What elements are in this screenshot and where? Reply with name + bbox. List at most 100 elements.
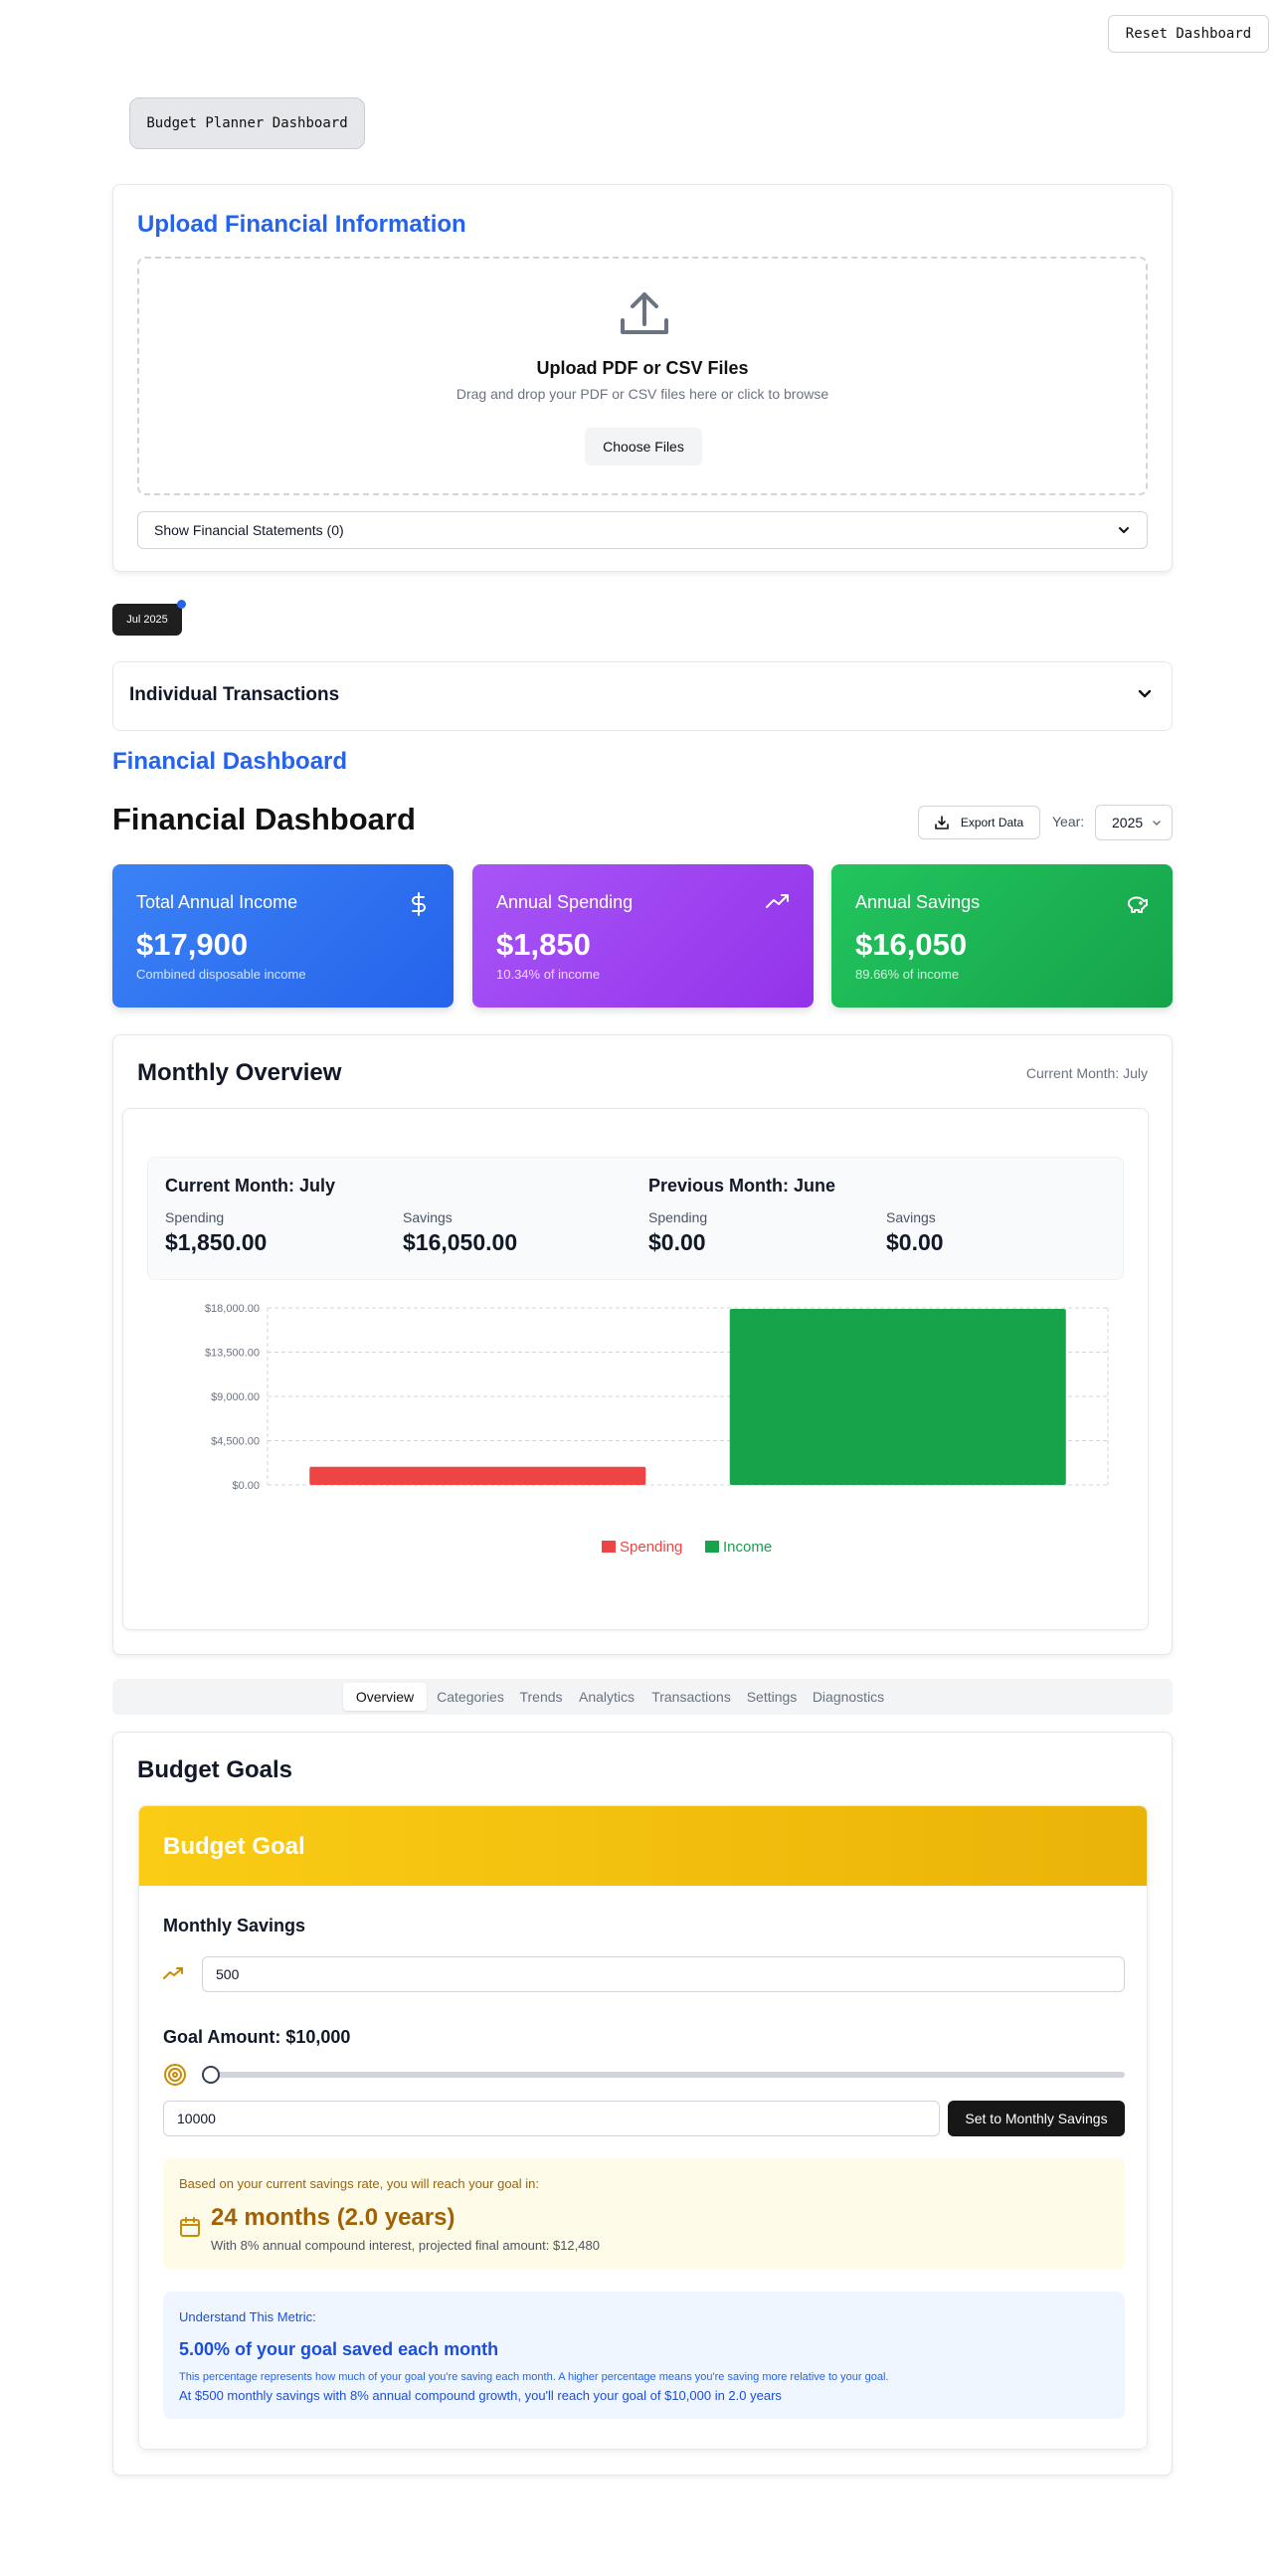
- legend-label: Spending: [620, 1539, 682, 1556]
- year-label: Year:: [1052, 814, 1085, 829]
- goal-amount-slider-thumb[interactable]: [202, 2066, 220, 2084]
- show-statements-label: Show Financial Statements (0): [154, 522, 344, 538]
- monthly-savings-label: Monthly Savings: [163, 1916, 306, 1935]
- budget-goals-card: Budget Goals Budget Goal Monthly Savings…: [112, 1732, 1173, 2476]
- year-select[interactable]: 2025: [1095, 805, 1173, 840]
- metric-heading: Understand This Metric:: [179, 2309, 316, 2324]
- tab-overview[interactable]: Overview: [343, 1683, 427, 1711]
- tab-settings[interactable]: Settings: [741, 1683, 803, 1711]
- stat-subtext: 10.34% of income: [496, 967, 601, 982]
- y-tick-label: $18,000.00: [205, 1303, 260, 1315]
- monthly-savings-input[interactable]: 500: [202, 1956, 1125, 1992]
- stat-value: $1,850: [496, 927, 591, 962]
- stat-card-savings: Annual Savings $16,050 89.66% of income: [831, 864, 1173, 1008]
- monthly-bar-chart: $0.00 $4,500.00 $9,000.00 $13,500.00 $18,000…: [205, 1303, 1109, 1556]
- tab-diagnostics[interactable]: Diagnostics: [807, 1683, 890, 1711]
- current-spending-value: $1,850.00: [165, 1229, 268, 1255]
- stat-label: Total Annual Income: [136, 892, 298, 912]
- export-data-label: Export Data: [960, 816, 1024, 829]
- stat-value: $16,050: [855, 927, 968, 962]
- file-dropzone[interactable]: Upload PDF or CSV Files Drag and drop yo…: [137, 257, 1148, 495]
- year-value: 2025: [1112, 815, 1144, 830]
- metric-explanation: This percentage represents how much of y…: [179, 2371, 889, 2383]
- previous-savings-label: Savings: [886, 1209, 936, 1225]
- previous-month-heading: Previous Month: June: [648, 1176, 836, 1196]
- upload-icon: [621, 292, 668, 334]
- dashboard-heading: Financial Dashboard: [112, 802, 416, 836]
- stat-label: Annual Savings: [855, 892, 981, 912]
- monthly-overview-card: Monthly Overview Current Month: July Cur…: [112, 1034, 1173, 1655]
- previous-savings-value: $0.00: [886, 1229, 944, 1255]
- stat-value: $17,900: [136, 927, 249, 962]
- bar-spending: [309, 1466, 646, 1485]
- dropzone-subtitle: Drag and drop your PDF or CSV files here…: [455, 386, 829, 402]
- dashboard-section-label: Financial Dashboard: [112, 748, 348, 775]
- target-icon: [164, 2064, 186, 2086]
- metric-value: 5.00% of your goal saved each month: [179, 2339, 499, 2359]
- bar-income: [729, 1308, 1066, 1485]
- stat-subtext: Combined disposable income: [136, 967, 306, 982]
- dropzone-title: Upload PDF or CSV Files: [536, 358, 749, 378]
- dollar-icon: [412, 892, 426, 916]
- current-month-block: Current Month: July: [165, 1176, 335, 1196]
- current-spending-label: Spending: [165, 1209, 225, 1225]
- y-tick-label: $9,000.00: [211, 1391, 260, 1403]
- transactions-collapsible[interactable]: Individual Transactions: [112, 661, 1173, 731]
- previous-spending-value: $0.00: [648, 1229, 706, 1255]
- current-savings-value: $16,050.00: [403, 1229, 518, 1255]
- app-title-chip: Budget Planner Dashboard: [129, 97, 365, 149]
- budget-goals-title: Budget Goals: [137, 1756, 293, 1783]
- month-indicator-dot: [177, 600, 186, 609]
- upload-title: Upload Financial Information: [137, 211, 466, 238]
- trending-up-icon: [163, 1967, 183, 1979]
- tab-categories[interactable]: Categories: [431, 1683, 510, 1711]
- download-icon: [935, 816, 949, 829]
- calendar-icon: [180, 2217, 200, 2237]
- tab-analytics[interactable]: Analytics: [572, 1683, 641, 1711]
- month-chip[interactable]: Jul 2025: [112, 604, 182, 636]
- trending-up-icon: [766, 894, 789, 908]
- projection-intro: Based on your current savings rate, you …: [179, 2176, 540, 2191]
- previous-month-block: Previous Month: June: [648, 1176, 835, 1196]
- piggy-bank-icon: [1127, 896, 1148, 913]
- current-month-heading: Current Month: July: [165, 1176, 335, 1196]
- upload-card: Upload Financial Information Upload PDF …: [112, 184, 1173, 572]
- transactions-title: Individual Transactions: [129, 684, 340, 705]
- y-tick-label: $4,500.00: [211, 1436, 260, 1448]
- goal-amount-slider-track[interactable]: [202, 2072, 1125, 2078]
- set-to-monthly-savings-button[interactable]: Set to Monthly Savings: [948, 2101, 1125, 2136]
- month-comparison: Current Month: July Spending $1,850.00 S…: [147, 1157, 1124, 1280]
- tab-transactions[interactable]: Transactions: [645, 1683, 737, 1711]
- show-statements-toggle[interactable]: Show Financial Statements (0): [137, 511, 1148, 549]
- y-tick-label: $13,500.00: [205, 1348, 260, 1360]
- export-data-button[interactable]: Export Data: [918, 806, 1040, 839]
- legend-swatch: [705, 1541, 719, 1553]
- overview-panel: Current Month: July Spending $1,850.00 S…: [122, 1108, 1149, 1630]
- chevron-down-icon: [1119, 527, 1129, 533]
- goal-projection-box: Based on your current savings rate, you …: [163, 2158, 1125, 2270]
- y-tick-label: $0.00: [232, 1480, 260, 1492]
- dashboard-tabs: Overview Categories Trends Analytics Tra…: [112, 1679, 1173, 1715]
- overview-title: Monthly Overview: [137, 1059, 342, 1086]
- overview-current-month: Current Month: July: [1025, 1065, 1148, 1081]
- current-savings-label: Savings: [403, 1209, 453, 1225]
- tab-trends[interactable]: Trends: [514, 1683, 568, 1711]
- chevron-down-icon: [1138, 689, 1152, 698]
- budget-goal-panel: Budget Goal Monthly Savings 500 Goal Amo…: [138, 1805, 1148, 2450]
- legend-label: Income: [723, 1539, 772, 1556]
- stat-card-income: Total Annual Income $17,900 Combined dis…: [112, 864, 454, 1008]
- metric-explanation-box: Understand This Metric: 5.00% of your go…: [163, 2292, 1125, 2419]
- legend-swatch: [602, 1541, 616, 1553]
- goal-amount-input[interactable]: 10000: [163, 2101, 940, 2136]
- chevron-down-icon: [1153, 821, 1161, 827]
- stat-subtext: 89.66% of income: [855, 967, 960, 982]
- goal-amount-label: Goal Amount: $10,000: [163, 2027, 351, 2047]
- stat-label: Annual Spending: [496, 892, 634, 912]
- budget-goal-header: Budget Goal: [139, 1806, 1147, 1886]
- projection-value: 24 months (2.0 years): [211, 2204, 455, 2231]
- metric-detail: At $500 monthly savings with 8% annual c…: [179, 2388, 782, 2403]
- choose-files-button[interactable]: Choose Files: [585, 428, 702, 465]
- stat-card-spending: Annual Spending $1,850 10.34% of income: [472, 864, 814, 1008]
- reset-dashboard-button[interactable]: Reset Dashboard: [1108, 15, 1269, 53]
- projection-note: With 8% annual compound interest, projec…: [211, 2238, 600, 2253]
